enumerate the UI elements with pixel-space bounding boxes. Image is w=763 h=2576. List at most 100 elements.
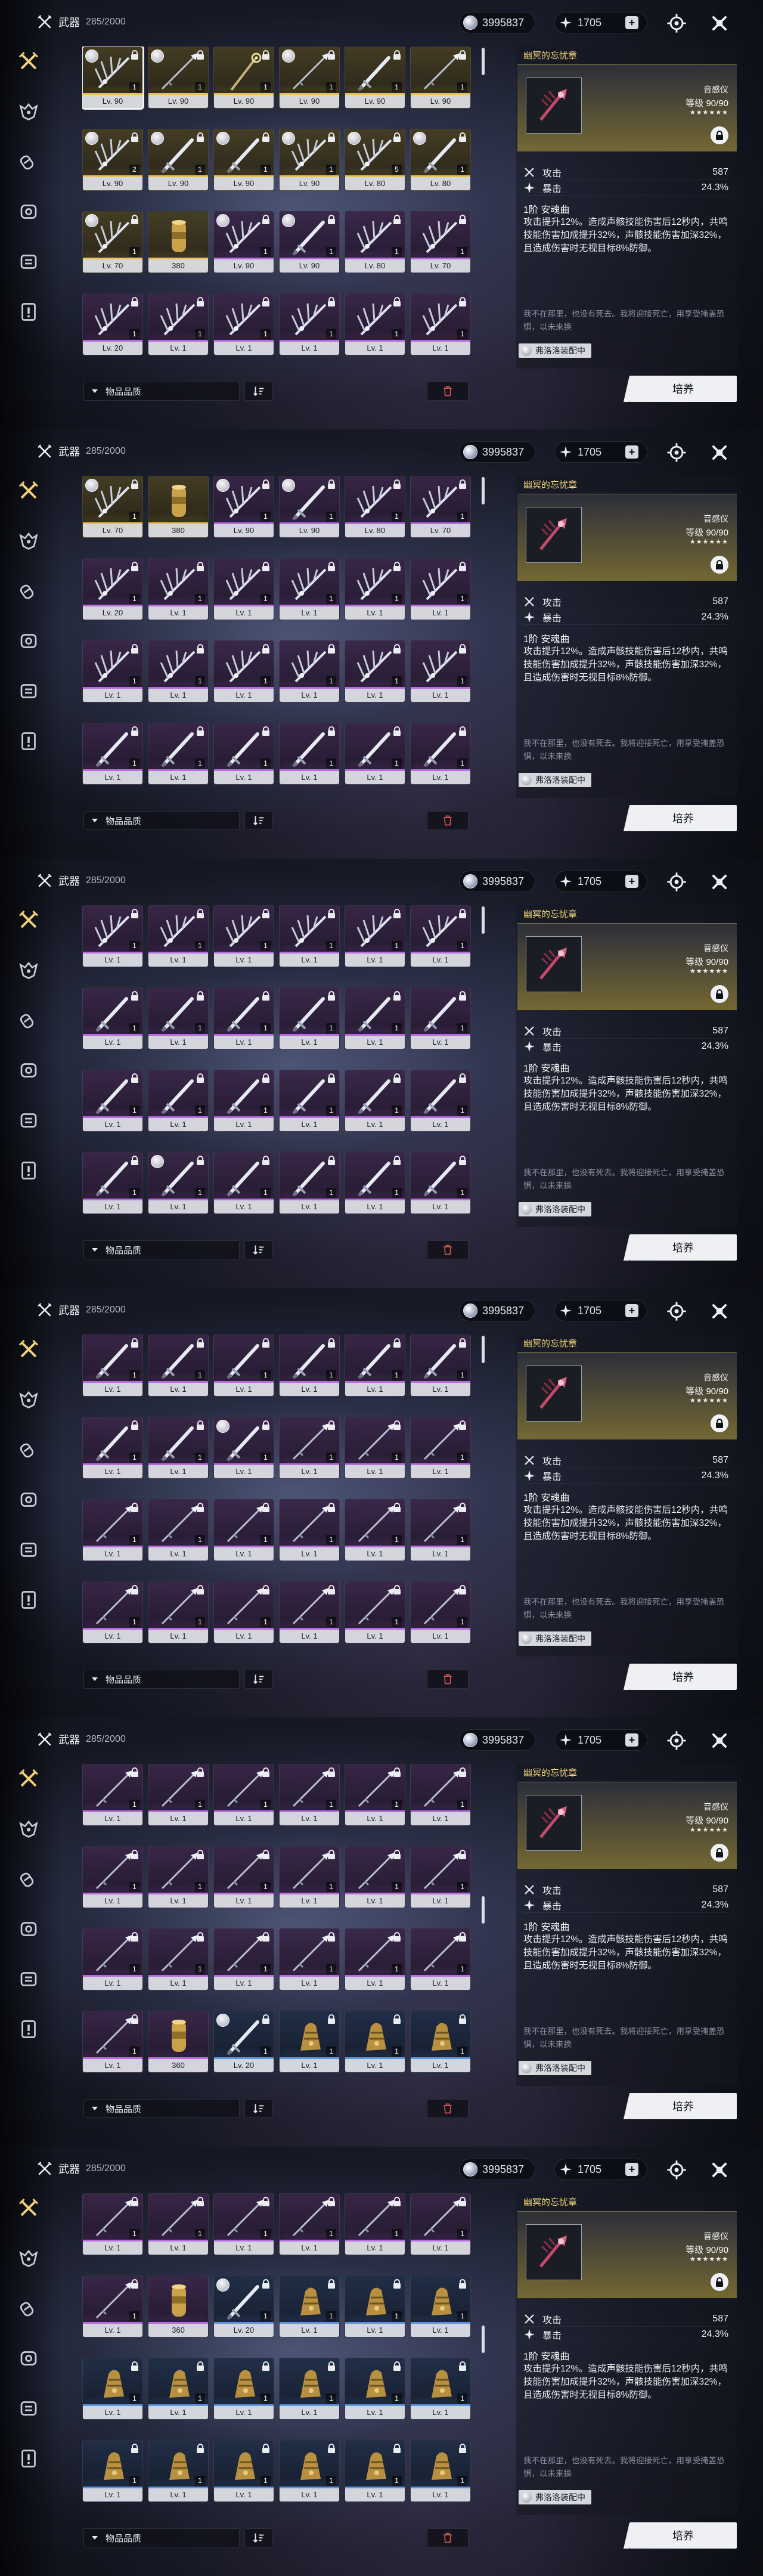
sidebar-item-resources[interactable] (16, 1487, 41, 1512)
weapon-slot[interactable]: 1 Lv. 1 (345, 987, 405, 1049)
weapon-slot[interactable]: 1 Lv. 1 (345, 1335, 405, 1397)
weapon-slot[interactable]: 1 Lv. 1 (82, 2440, 143, 2502)
weapon-slot[interactable]: 1 Lv. 20 (213, 2011, 274, 2073)
weapon-slot[interactable]: 1 Lv. 1 (345, 558, 405, 620)
sort-dropdown[interactable]: 物品品质 (83, 1240, 240, 1259)
grid-scrollbar[interactable] (482, 2326, 485, 2353)
sidebar-item-weapons[interactable] (16, 2196, 41, 2221)
weapon-slot[interactable]: 1 Lv. 1 (213, 905, 274, 967)
locate-button[interactable] (664, 440, 689, 465)
weapon-slot[interactable]: 1 Lv. 1 (148, 558, 209, 620)
weapon-slot[interactable]: 1 Lv. 1 (410, 640, 471, 702)
weapon-slot[interactable]: 1 Lv. 1 (279, 640, 340, 702)
weapon-slot[interactable]: 1 Lv. 1 (345, 1764, 405, 1826)
cultivate-button[interactable]: 培养 (624, 2093, 737, 2119)
sidebar-item-key-items[interactable] (16, 249, 41, 274)
weapon-slot[interactable]: 1 Lv. 1 (279, 558, 340, 620)
weapon-slot[interactable]: 1 Lv. 1 (410, 1335, 471, 1397)
weapon-slot[interactable]: 1 Lv. 1 (213, 2358, 274, 2420)
sidebar-item-supplies[interactable] (16, 2296, 41, 2321)
weapon-slot[interactable]: 380 (148, 476, 209, 538)
weapon-slot[interactable]: 1 Lv. 90 (279, 476, 340, 538)
sidebar-item-key-items[interactable] (16, 1967, 41, 1992)
close-button[interactable] (707, 440, 732, 465)
sidebar-item-resources[interactable] (16, 628, 41, 654)
weapon-slot[interactable]: 1 Lv. 90 (410, 47, 471, 109)
sidebar-item-resources[interactable] (16, 2346, 41, 2371)
grid-scrollbar[interactable] (482, 1896, 485, 1924)
weapon-slot[interactable]: 1 Lv. 90 (213, 211, 274, 273)
weapon-slot[interactable]: 1 Lv. 90 (279, 129, 340, 191)
sort-dropdown[interactable]: 物品品质 (83, 811, 240, 830)
weapon-slot[interactable]: 1 Lv. 1 (82, 2275, 143, 2337)
weapon-slot[interactable]: 1 Lv. 1 (279, 2193, 340, 2255)
weapon-slot[interactable]: 1 Lv. 90 (213, 129, 274, 191)
weapon-slot[interactable]: 1 Lv. 1 (279, 2011, 340, 2073)
weapon-slot[interactable]: 1 Lv. 1 (82, 1764, 143, 1826)
weapon-slot[interactable]: 1 Lv. 1 (410, 723, 471, 785)
weapon-slot[interactable]: 1 Lv. 1 (410, 1581, 471, 1643)
grid-scrollbar[interactable] (482, 1336, 485, 1363)
weapon-lock-toggle[interactable] (711, 2273, 728, 2291)
weapon-slot[interactable]: 1 Lv. 1 (345, 1846, 405, 1908)
weapon-slot[interactable]: 1 Lv. 1 (410, 1499, 471, 1561)
weapon-slot[interactable]: 1 Lv. 1 (410, 2011, 471, 2073)
weapon-slot[interactable]: 1 Lv. 1 (213, 1764, 274, 1826)
weapon-slot[interactable]: 1 Lv. 1 (82, 2193, 143, 2255)
weapon-slot[interactable]: 1 Lv. 1 (148, 987, 209, 1049)
weapon-slot[interactable]: 1 Lv. 80 (345, 476, 405, 538)
sidebar-item-key-items[interactable] (16, 679, 41, 704)
weapon-slot[interactable]: 1 Lv. 1 (279, 1070, 340, 1132)
dismantle-button[interactable] (427, 811, 469, 830)
weapon-slot[interactable]: 1 Lv. 1 (148, 1070, 209, 1132)
weapon-slot[interactable]: 1 Lv. 1 (345, 640, 405, 702)
weapon-slot[interactable]: 1 Lv. 1 (148, 1417, 209, 1479)
weapon-slot[interactable]: 1 Lv. 1 (82, 1417, 143, 1479)
weapon-slot[interactable]: 1 Lv. 1 (279, 1846, 340, 1908)
weapon-grid-viewport[interactable]: 1 Lv. 90 1 Lv. 90 1 Lv. 90 1 Lv. 90 1 Lv. 90 1 Lv. … (82, 47, 476, 369)
weapon-slot[interactable]: 1 Lv. 80 (345, 211, 405, 273)
weapon-slot[interactable]: 1 Lv. 1 (213, 987, 274, 1049)
astrite-add-button[interactable]: + (625, 1304, 638, 1317)
weapon-slot[interactable]: 360 (148, 2011, 209, 2073)
weapon-slot[interactable]: 1 Lv. 1 (279, 723, 340, 785)
sidebar-item-supplies[interactable] (16, 1008, 41, 1033)
weapon-slot[interactable]: 1 Lv. 1 (345, 2275, 405, 2337)
cultivate-button[interactable]: 培养 (624, 1234, 737, 1261)
weapon-slot[interactable]: 1 Lv. 80 (410, 129, 471, 191)
weapon-slot[interactable]: 1 Lv. 1 (345, 1499, 405, 1561)
sidebar-item-echoes[interactable] (16, 958, 41, 983)
weapon-slot[interactable]: 1 Lv. 90 (345, 47, 405, 109)
weapon-slot[interactable]: 1 Lv. 1 (410, 1152, 471, 1214)
sidebar-item-supplies[interactable] (16, 149, 41, 174)
close-button[interactable] (707, 1728, 732, 1753)
sort-order-toggle[interactable] (244, 811, 273, 830)
weapon-slot[interactable]: 1 Lv. 1 (410, 905, 471, 967)
locate-button[interactable] (664, 1728, 689, 1753)
sidebar-item-key-items[interactable] (16, 2396, 41, 2421)
weapon-slot[interactable]: 1 Lv. 1 (213, 1335, 274, 1397)
weapon-slot[interactable]: 1 Lv. 1 (148, 2358, 209, 2420)
weapon-slot[interactable]: 1 Lv. 1 (148, 723, 209, 785)
weapon-slot[interactable]: 1 Lv. 1 (82, 640, 143, 702)
weapon-grid-viewport[interactable]: 1 Lv. 1 1 Lv. 1 1 Lv. 1 1 Lv. 1 1 Lv. 1 1 Lv. 1 1 Lv.… (82, 2193, 476, 2515)
weapon-slot[interactable]: 1 Lv. 1 (410, 2358, 471, 2420)
weapon-slot[interactable]: 1 Lv. 1 (82, 987, 143, 1049)
weapon-slot[interactable]: 380 (148, 211, 209, 273)
weapon-lock-toggle[interactable] (711, 1844, 728, 1862)
weapon-slot[interactable]: 1 Lv. 1 (213, 558, 274, 620)
weapon-slot[interactable]: 1 Lv. 1 (279, 1928, 340, 1990)
sort-order-toggle[interactable] (244, 2528, 273, 2547)
sidebar-item-resources[interactable] (16, 1916, 41, 1942)
weapon-slot[interactable]: 1 Lv. 1 (345, 723, 405, 785)
weapon-slot[interactable]: 1 Lv. 90 (148, 129, 209, 191)
sort-dropdown[interactable]: 物品品质 (83, 2528, 240, 2547)
weapon-slot[interactable]: 1 Lv. 70 (82, 211, 143, 273)
weapon-slot[interactable]: 1 Lv. 1 (148, 1335, 209, 1397)
weapon-slot[interactable]: 1 Lv. 1 (148, 905, 209, 967)
weapon-slot[interactable]: 1 Lv. 1 (82, 1928, 143, 1990)
weapon-slot[interactable]: 1 Lv. 1 (345, 293, 405, 355)
astrite-add-button[interactable]: + (625, 1733, 638, 1747)
weapon-slot[interactable]: 1 Lv. 1 (279, 1152, 340, 1214)
sidebar-item-key-items[interactable] (16, 1108, 41, 1133)
